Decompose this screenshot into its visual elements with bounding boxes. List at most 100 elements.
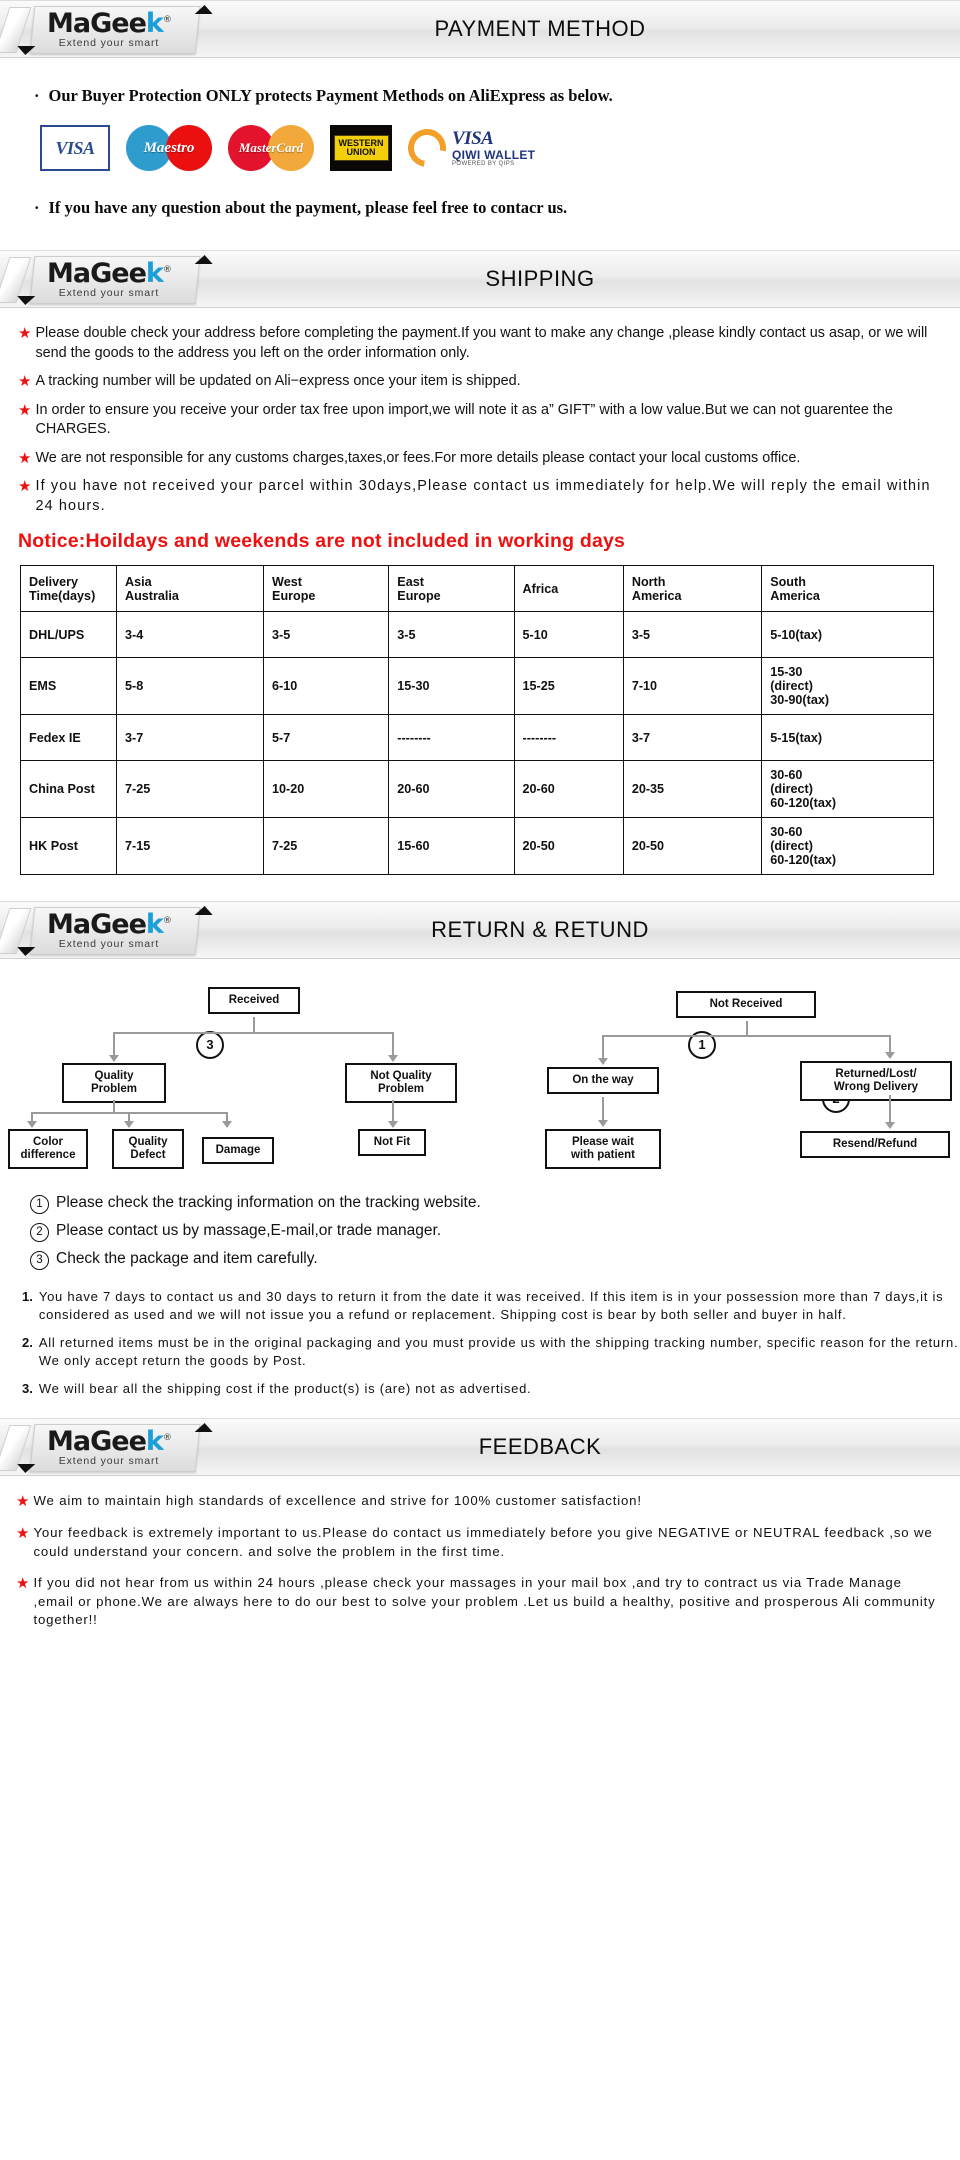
shipping-banner: MaGeek® Extend your smart SHIPPING	[0, 250, 960, 308]
payment-banner: MaGeek® Extend your smart PAYMENT METHOD	[0, 0, 960, 58]
table-cell: 20-35	[622, 760, 763, 818]
note-text: Check the package and item carefully.	[56, 1250, 318, 1267]
return-term: 3. We will bear all the shipping cost if…	[22, 1380, 960, 1398]
brand-logo-block-4: MaGeek® Extend your smart	[0, 1419, 230, 1477]
table-header-cell: South America	[761, 565, 934, 612]
shipping-bullet-text: In order to ensure you receive your orde…	[35, 401, 893, 438]
qiwi-q-icon	[400, 121, 454, 175]
flow-arrow-icon	[598, 1120, 608, 1127]
return-flowchart: Received 3 Quality Problem Not Quality Pro…	[0, 973, 960, 1183]
visa-logo: VISA	[40, 125, 110, 171]
triangle-up-icon-4	[194, 1423, 214, 1433]
flow-node-color-difference: Color difference	[8, 1129, 88, 1169]
return-note: 1 Please check the tracking information …	[30, 1193, 960, 1214]
term-text: All returned items must be in the origin…	[38, 1335, 959, 1368]
brand-logo-block: MaGeek® Extend your smart	[0, 1, 230, 59]
table-cell: 7-10	[622, 657, 763, 715]
qiwi-wallet-label: QIWI WALLET	[452, 147, 536, 162]
brand-logo-block-3: MaGeek® Extend your smart	[0, 902, 230, 960]
flow-line	[746, 1021, 748, 1035]
logo-plate: MaGeek® Extend your smart	[16, 5, 214, 55]
triangle-down-icon-3	[16, 946, 36, 956]
flow-node-on-the-way: On the way	[547, 1067, 659, 1094]
shipping-bullet: ★ We are not responsible for any customs…	[18, 449, 942, 469]
table-cell: 15-60	[388, 817, 515, 875]
feedback-item: ★ Your feedback is extremely important t…	[16, 1524, 944, 1561]
term-number: 3.	[22, 1381, 33, 1396]
flow-node-received: Received	[208, 987, 300, 1014]
table-row: HK Post 7-15 7-25 15-60 20-50 20-50 30-6…	[20, 817, 934, 875]
registered-mark-3: ®	[162, 916, 171, 927]
note-text: Please contact us by massage,E-mail,or t…	[56, 1222, 442, 1239]
shipping-bullet-text: Please double check your address before …	[35, 325, 928, 361]
table-header-cell: Asia Australia	[115, 565, 265, 612]
table-cell: 15-30	[388, 657, 515, 715]
feedback-banner: MaGeek® Extend your smart FEEDBACK	[0, 1418, 960, 1476]
mastercard-label: MasterCard	[238, 140, 304, 155]
feedback-text: We aim to maintain high standards of exc…	[33, 1493, 642, 1508]
note-number: 3	[30, 1251, 49, 1270]
table-cell: 7-25	[115, 760, 265, 818]
shipping-bullets: ★ Please double check your address befor…	[0, 324, 960, 516]
western-union-logo: WESTERN UNION	[330, 125, 392, 171]
payment-intro-text: Our Buyer Protection ONLY protects Payme…	[48, 86, 613, 105]
brand-name-pre-4: MaGee	[47, 1426, 146, 1458]
table-cell: 10-20	[263, 760, 390, 818]
return-terms: 1. You have 7 days to contact us and 30 …	[22, 1288, 960, 1398]
feedback-items: ★ We aim to maintain high standards of e…	[0, 1492, 960, 1630]
table-cell: 3-4	[115, 611, 265, 658]
return-note: 3 Check the package and item carefully.	[30, 1249, 960, 1270]
feedback-item: ★ If you did not hear from us within 24 …	[16, 1574, 944, 1630]
western-union-line2: UNION	[346, 147, 376, 157]
shipping-bullet: ★ If you have not received your parcel w…	[18, 477, 942, 516]
table-header-row: Delivery Time(days) Asia Australia West Eur…	[20, 565, 934, 612]
flow-line	[113, 1032, 393, 1034]
registered-mark-4: ®	[162, 1433, 171, 1444]
triangle-up-icon	[194, 5, 214, 15]
mastercard-logo: MasterCard	[228, 125, 314, 171]
brand-tagline-3: Extend your smart	[58, 938, 160, 951]
flow-line	[602, 1035, 890, 1037]
flow-arrow-icon	[27, 1121, 37, 1128]
triangle-down-icon-4	[16, 1463, 36, 1473]
star-icon: ★	[18, 373, 32, 390]
shipping-bullet-text: A tracking number will be updated on Ali…	[35, 373, 521, 389]
feedback-text: If you did not hear from us within 24 ho…	[33, 1575, 936, 1627]
flow-node-not-quality-problem: Not Quality Problem	[345, 1063, 457, 1103]
table-header-cell: Africa	[513, 565, 624, 612]
flow-node-not-received: Not Received	[676, 991, 816, 1018]
table-header-cell: Delivery Time(days)	[20, 565, 117, 612]
shipping-bullet: ★ Please double check your address befor…	[18, 324, 942, 363]
flow-arrow-icon	[124, 1121, 134, 1128]
bullet-dot-icon: ·	[34, 86, 40, 105]
logo-plate-4: MaGeek® Extend your smart	[16, 1423, 214, 1473]
flow-line	[889, 1095, 891, 1125]
flow-node-quality-defect: Quality Defect	[112, 1129, 184, 1169]
feedback-text: Your feedback is extremely important to …	[33, 1525, 933, 1559]
flow-arrow-icon	[388, 1055, 398, 1062]
qiwi-wallet-logo: VISA QIWI WALLET POWERED BY QIPS	[400, 121, 536, 175]
table-row: Fedex IE 3-7 5-7 -------- -------- 3-7 5…	[20, 714, 934, 761]
delivery-time-table: Delivery Time(days) Asia Australia West Eur…	[20, 565, 934, 875]
brand-name-k-2: k	[145, 258, 163, 290]
brand-wordmark: MaGeek®	[47, 8, 171, 39]
table-cell: 7-25	[263, 817, 390, 875]
flow-line	[113, 1100, 115, 1112]
table-cell: 5-8	[115, 657, 265, 715]
star-icon: ★	[16, 1493, 30, 1510]
carrier-name: DHL/UPS	[20, 611, 117, 658]
note-text: Please check the tracking information on…	[56, 1194, 481, 1211]
payment-outro-text: If you have any question about the payme…	[48, 198, 568, 217]
flow-node-returned-lost: Returned/Lost/Wrong Delivery	[800, 1061, 952, 1101]
table-cell: --------	[388, 714, 515, 761]
payment-section: · Our Buyer Protection ONLY protects Paym…	[0, 58, 960, 224]
bullet-dot-icon-2: ·	[34, 198, 40, 217]
qiwi-powered-label: POWERED BY QIPS	[452, 161, 515, 168]
registered-mark: ®	[162, 15, 171, 26]
flow-node-quality-problem: Quality Problem	[62, 1063, 166, 1103]
brand-logo-block-2: MaGeek® Extend your smart	[0, 251, 230, 309]
table-row: China Post 7-25 10-20 20-60 20-60 20-35 …	[20, 760, 934, 818]
note-number: 1	[30, 1195, 49, 1214]
flow-arrow-icon	[598, 1058, 608, 1065]
flow-node-resend-refund: Resend/Refund	[800, 1131, 950, 1158]
